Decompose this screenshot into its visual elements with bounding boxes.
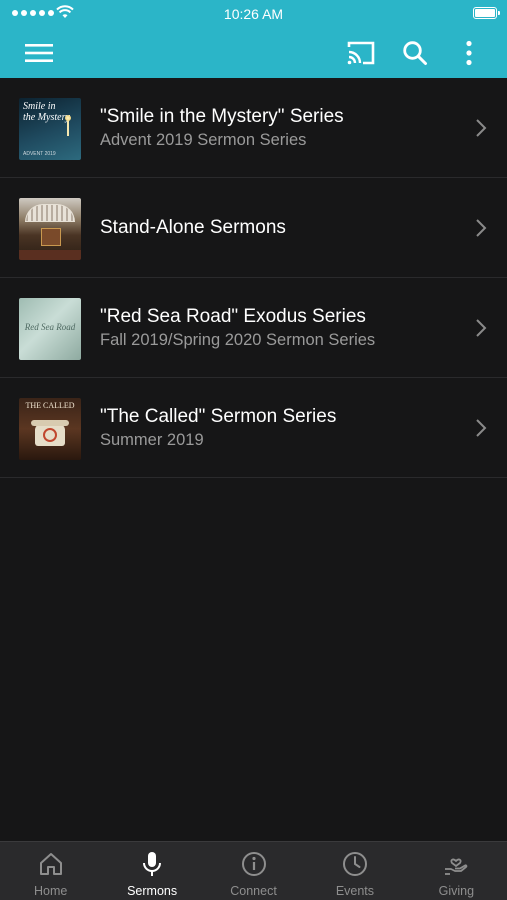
tab-label: Sermons xyxy=(127,884,178,898)
microphone-icon xyxy=(143,852,162,876)
giving-hand-icon xyxy=(445,858,468,875)
series-title: "The Called" Sermon Series xyxy=(100,406,337,427)
tab-giving[interactable]: Giving xyxy=(406,842,507,900)
series-thumbnail xyxy=(19,198,81,260)
tab-label: Giving xyxy=(438,884,475,898)
tab-events[interactable]: Events xyxy=(304,842,405,900)
more-options-button[interactable] xyxy=(452,36,486,70)
thumbnail-caption: ADVENT 2019 xyxy=(23,151,56,157)
cast-icon xyxy=(347,41,375,65)
tab-connect[interactable]: Connect xyxy=(203,842,304,900)
series-thumbnail: Red Sea Road xyxy=(19,298,81,360)
status-bar: 10:26 AM xyxy=(0,0,507,28)
series-title: Stand-Alone Sermons xyxy=(100,217,286,238)
list-item[interactable]: Stand-Alone Sermons xyxy=(0,178,507,278)
status-time: 10:26 AM xyxy=(223,6,284,22)
info-icon xyxy=(241,852,266,876)
battery-icon xyxy=(473,7,500,19)
tab-home[interactable]: Home xyxy=(0,842,101,900)
chevron-right-icon xyxy=(476,119,487,137)
search-icon xyxy=(403,41,427,65)
tab-label: Connect xyxy=(230,884,277,898)
search-button[interactable] xyxy=(398,36,432,70)
chevron-right-icon xyxy=(476,219,487,237)
menu-icon xyxy=(25,44,53,62)
thumbnail-title: THE CALLED xyxy=(25,401,75,410)
sermon-series-list: Smile in the Mystery ADVENT 2019 "Smile i… xyxy=(0,78,507,478)
more-vertical-icon xyxy=(466,40,472,66)
tab-label: Home xyxy=(34,884,68,898)
series-title: "Red Sea Road" Exodus Series xyxy=(100,306,366,327)
series-thumbnail: THE CALLED xyxy=(19,398,81,460)
menu-button[interactable] xyxy=(22,36,56,70)
series-title: "Smile in the Mystery" Series xyxy=(100,106,344,127)
bottom-tab-bar: Home Sermons Connect Events Giving xyxy=(0,841,507,900)
series-thumbnail: Smile in the Mystery ADVENT 2019 xyxy=(19,98,81,160)
list-item[interactable]: Smile in the Mystery ADVENT 2019 "Smile i… xyxy=(0,78,507,178)
clock-icon xyxy=(342,852,367,876)
list-item[interactable]: THE CALLED "The Called" Sermon Series Su… xyxy=(0,378,507,478)
chevron-right-icon xyxy=(476,419,487,437)
series-subtitle: Summer 2019 xyxy=(100,431,204,449)
tab-sermons[interactable]: Sermons xyxy=(101,842,202,900)
app-bar xyxy=(0,28,507,78)
cast-button[interactable] xyxy=(344,36,378,70)
list-item[interactable]: Red Sea Road "Red Sea Road" Exodus Serie… xyxy=(0,278,507,378)
thumbnail-title: Smile in the Mystery xyxy=(23,101,70,123)
home-icon xyxy=(39,853,62,875)
thumbnail-title: Red Sea Road xyxy=(24,322,76,332)
series-subtitle: Advent 2019 Sermon Series xyxy=(100,131,307,149)
series-subtitle: Fall 2019/Spring 2020 Sermon Series xyxy=(100,331,376,349)
tab-label: Events xyxy=(335,884,375,898)
chevron-right-icon xyxy=(476,319,487,337)
